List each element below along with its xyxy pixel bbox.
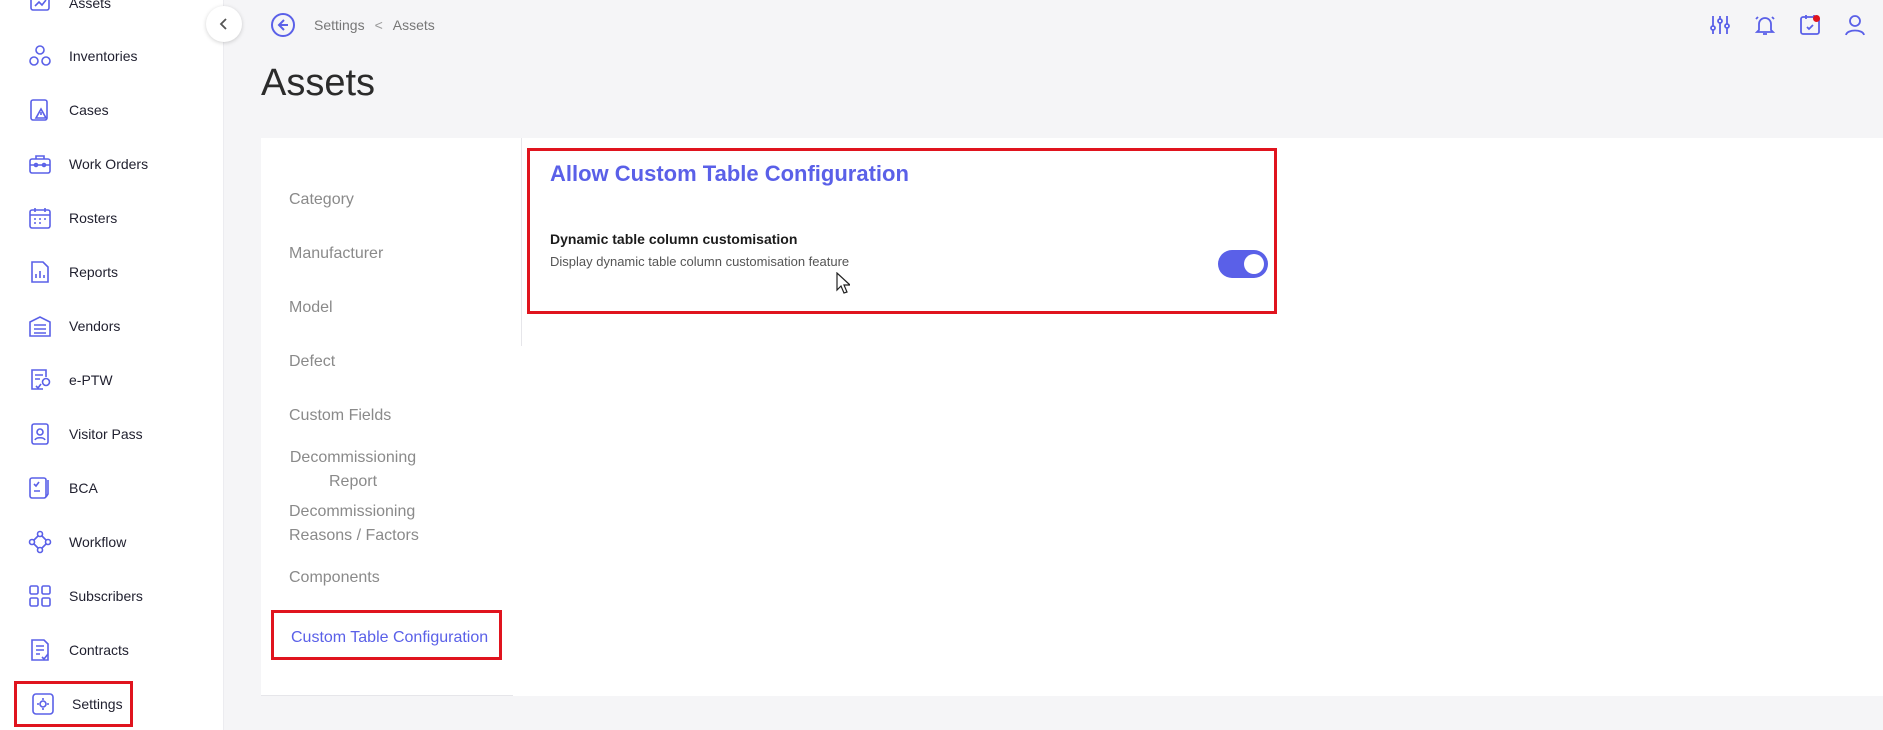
assets-icon [26,0,54,17]
sidebar-item-assets[interactable]: Assets [26,0,111,20]
setting-title: Dynamic table column customisation [550,231,798,247]
sidebar-item-vendors[interactable]: Vendors [26,309,120,343]
cases-icon [26,96,54,124]
sidebar-item-inventories[interactable]: Inventories [26,39,137,73]
breadcrumb: Settings < Assets [270,12,435,38]
subnav-item-components[interactable]: Components [289,566,479,590]
rosters-icon [26,204,54,232]
reports-icon [26,258,54,286]
mouse-cursor-icon [836,272,850,294]
sidebar-item-settings[interactable]: Settings [14,681,133,727]
settings-icon [29,690,57,718]
sidebar-item-workflow[interactable]: Workflow [26,525,126,559]
sidebar-item-label: Workflow [69,534,127,550]
inventories-icon [26,42,54,70]
sidebar-item-label: e-PTW [69,372,113,388]
sidebar-item-bca[interactable]: BCA [26,471,98,505]
workflow-icon [26,528,54,556]
breadcrumb-assets: Assets [392,17,435,33]
custom-table-configuration-panel: Allow Custom Table Configuration Dynamic… [527,148,1277,314]
header-actions [1708,12,1867,38]
sidebar-item-subscribers[interactable]: Subscribers [26,579,143,613]
subnav-item-decommissioning-reasons[interactable]: Decommissioning Reasons / Factors [289,500,429,548]
visitor-pass-icon [26,420,54,448]
subnav-item-manufacturer[interactable]: Manufacturer [289,242,479,266]
chevron-left-icon [219,18,227,30]
sidebar-item-reports[interactable]: Reports [26,255,118,289]
work-orders-icon [26,150,54,178]
subnav-bottom-divider [261,695,513,696]
assets-subnav: Category Manufacturer Model Defect Custo… [261,138,522,696]
sidebar-item-visitor-pass[interactable]: Visitor Pass [26,417,143,451]
sidebar-item-label: BCA [69,480,98,496]
notification-dot [1813,15,1820,22]
sidebar-item-contracts[interactable]: Contracts [26,633,129,667]
sidebar-item-label: Inventories [69,48,138,64]
setting-description: Display dynamic table column customisati… [550,254,850,269]
contracts-icon [26,636,54,664]
collapse-sidebar-button[interactable] [206,6,242,42]
sidebar-item-label: Visitor Pass [69,426,143,442]
subnav-item-model[interactable]: Model [289,296,479,320]
sidebar-item-work-orders[interactable]: Work Orders [26,147,148,181]
sidebar-item-rosters[interactable]: Rosters [26,201,117,235]
page-title: Assets [261,62,376,104]
subnav-item-category[interactable]: Category [289,188,479,212]
subnav-item-custom-table-configuration[interactable]: Custom Table Configuration [271,610,502,660]
filter-sliders-icon[interactable] [1708,12,1732,38]
chevron-left-icon: < [374,17,383,33]
sidebar: Assets Inventories Cases Work Orders Ros… [0,0,224,730]
bca-icon [26,474,54,502]
user-icon[interactable] [1843,12,1867,38]
toggle-knob [1244,254,1264,274]
settings-card: Category Manufacturer Model Defect Custo… [261,138,1883,696]
dynamic-column-toggle[interactable] [1218,250,1268,278]
sidebar-item-eptw[interactable]: e-PTW [26,363,113,397]
eptw-icon [26,366,54,394]
sidebar-item-label: Cases [69,102,109,118]
subnav-item-decommissioning-report[interactable]: Decommissioning Report [289,446,417,494]
sidebar-item-label: Work Orders [69,156,149,172]
config-title: Allow Custom Table Configuration [550,161,909,186]
sidebar-item-label: Rosters [69,210,118,226]
calendar-check-icon[interactable] [1798,12,1822,38]
sidebar-item-label: Settings [72,696,123,712]
sidebar-item-cases[interactable]: Cases [26,93,109,127]
sidebar-item-label: Contracts [69,642,129,658]
sidebar-item-label: Vendors [69,318,121,334]
bell-icon[interactable] [1753,12,1777,38]
sidebar-item-label: Subscribers [69,588,143,604]
vendors-icon [26,312,54,340]
subnav-item-custom-fields[interactable]: Custom Fields [289,404,479,428]
back-arrow-icon[interactable] [270,12,296,38]
sidebar-item-label: Reports [69,264,119,280]
breadcrumb-settings[interactable]: Settings [314,17,365,33]
subnav-divider [521,138,522,346]
subscribers-icon [26,582,54,610]
subnav-item-defect[interactable]: Defect [289,350,479,374]
sidebar-item-label: Assets [69,0,112,11]
